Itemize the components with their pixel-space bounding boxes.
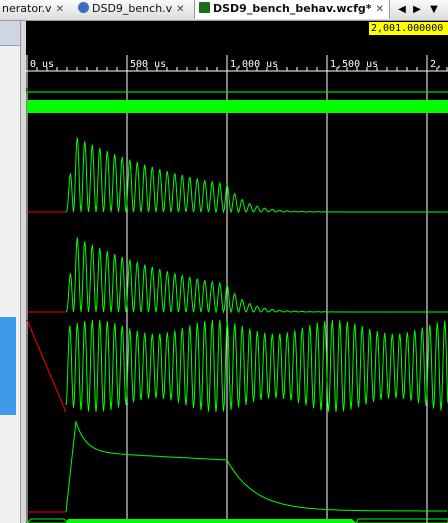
analog-waveform-4	[65, 420, 447, 513]
tick-label: 2,	[430, 59, 442, 70]
time-ruler: 0 us 500 us 1,000 us 1,500 us 2,	[25, 55, 448, 72]
analog-waveform-3-reset	[26, 319, 67, 413]
waveform-canvas[interactable]: 0 us 500 us 1,000 us 1,500 us 2,	[0, 0, 448, 523]
bus-waveform-bottom	[66, 519, 356, 523]
analog-waveform-3	[65, 320, 448, 413]
tick-label: 0 us	[30, 59, 54, 70]
top-signal	[26, 88, 448, 93]
waveforms	[26, 88, 448, 523]
bottom-bus-segment	[26, 518, 69, 523]
analog-waveform-1	[65, 137, 448, 214]
tick-label: 500 us	[130, 59, 166, 70]
bottom-bus-segment-2	[355, 518, 448, 523]
bus-waveform	[27, 100, 448, 113]
analog-waveform-2	[65, 237, 448, 314]
